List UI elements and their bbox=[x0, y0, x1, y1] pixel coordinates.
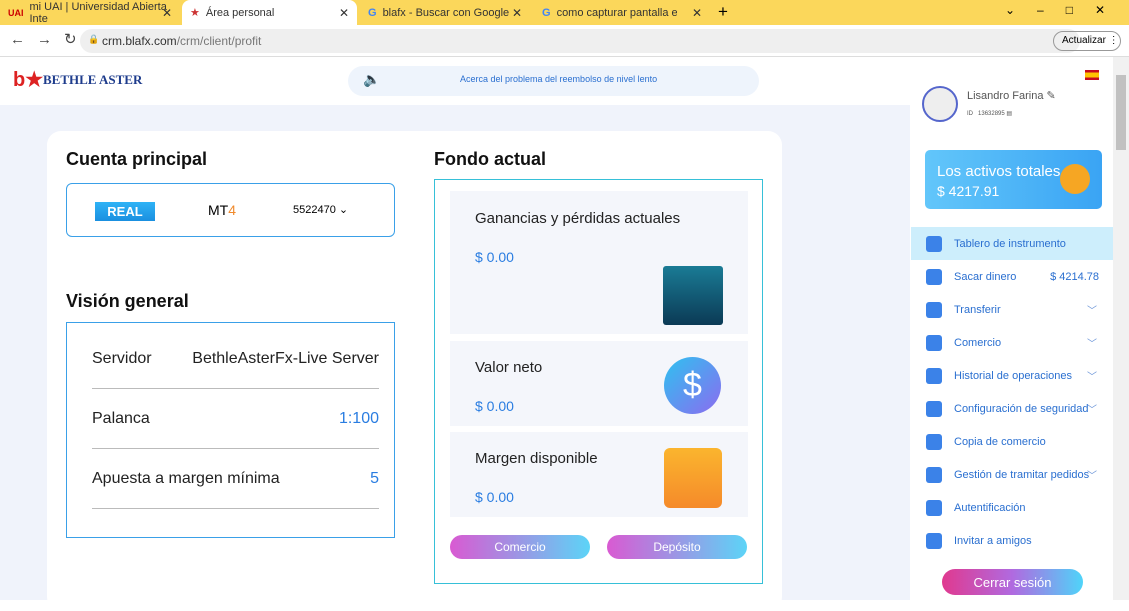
menu-icon bbox=[926, 466, 942, 483]
panel-pnl: Ganancias y pérdidas actuales $ 0.00 bbox=[450, 191, 748, 334]
tab-bar: UAI mi UAI | Universidad Abierta Inte ✕ ★ Á… bbox=[0, 0, 1129, 25]
sidebar-item-5[interactable]: Configuración de seguridad ﹀ bbox=[911, 392, 1113, 425]
menu-icon bbox=[926, 235, 942, 252]
user-id: ID 13632895 ▤ bbox=[967, 111, 1013, 117]
sidebar-item-9[interactable]: Invitar a amigos bbox=[911, 524, 1113, 557]
panel-net-value: Valor neto $ 0.00 $ bbox=[450, 341, 748, 426]
menu-icon bbox=[926, 400, 942, 417]
sidebar-item-7[interactable]: Gestión de tramitar pedidos ﹀ bbox=[911, 458, 1113, 491]
chevron-down-icon: ﹀ bbox=[1087, 306, 1097, 317]
close-icon[interactable]: ✕ bbox=[512, 6, 522, 20]
spain-flag-icon[interactable] bbox=[1085, 70, 1099, 80]
sidebar-item-4[interactable]: Historial de operaciones ﹀ bbox=[911, 359, 1113, 392]
real-badge: REAL bbox=[95, 202, 155, 221]
overview-title: Visión general bbox=[66, 291, 189, 311]
sidebar: Lisandro Farina ✎ ID 13632895 ▤ Los acti… bbox=[910, 57, 1113, 600]
avatar[interactable] bbox=[922, 86, 958, 122]
close-icon[interactable]: ✕ bbox=[162, 6, 172, 20]
sidebar-item-0[interactable]: Tablero de instrumento bbox=[911, 227, 1113, 260]
user-name: Lisandro Farina ✎ bbox=[967, 90, 1056, 102]
menu-icon bbox=[926, 301, 942, 318]
menu-icon bbox=[926, 268, 942, 285]
chevron-down-icon: ﹀ bbox=[1087, 339, 1097, 350]
total-assets-card: Los activos totales $ 4217.91 bbox=[925, 150, 1102, 209]
trade-button[interactable]: Comercio bbox=[450, 535, 590, 559]
logout-button[interactable]: Cerrar sesión bbox=[942, 569, 1083, 595]
page-header: b★ BETHLE ASTER 🔈 Acerca del problema de… bbox=[0, 57, 910, 105]
window-controls[interactable]: ⌄–□✕ bbox=[1005, 3, 1127, 17]
uai-icon: UAI bbox=[8, 7, 24, 18]
scrollbar[interactable] bbox=[1113, 57, 1129, 600]
sidebar-item-6[interactable]: Copia de comercio bbox=[911, 425, 1113, 458]
account-title: Cuenta principal bbox=[66, 149, 208, 169]
menu-icon bbox=[926, 499, 942, 516]
speaker-icon: 🔈 bbox=[363, 71, 381, 87]
chevron-down-icon: ﹀ bbox=[1087, 372, 1097, 383]
sidebar-item-2[interactable]: Transferir ﹀ bbox=[911, 293, 1113, 326]
overview-row-margin: Apuesta a margen mínima 5 bbox=[92, 449, 379, 509]
tab-google-captura[interactable]: Gcomo capturar pantalla en la pc✕ bbox=[534, 0, 710, 25]
panel-margin: Margen disponible $ 0.00 bbox=[450, 432, 748, 517]
sidebar-item-8[interactable]: Autentificación bbox=[911, 491, 1113, 524]
close-icon[interactable]: ✕ bbox=[339, 6, 349, 20]
deposit-button[interactable]: Depósito bbox=[607, 535, 747, 559]
wallet-icon bbox=[664, 448, 722, 508]
tab-area-personal[interactable]: ★ Área personal ✕ bbox=[182, 0, 357, 25]
chart-icon bbox=[663, 266, 723, 325]
platform-label: MT4 bbox=[208, 202, 237, 218]
fund-title: Fondo actual bbox=[434, 149, 546, 169]
google-icon: G bbox=[542, 6, 551, 19]
chevron-down-icon: ﹀ bbox=[1087, 471, 1097, 482]
notice-bar[interactable]: 🔈 Acerca del problema del reembolso de n… bbox=[348, 66, 759, 96]
lock-icon: 🔒 bbox=[88, 34, 100, 44]
tab-uai[interactable]: UAI mi UAI | Universidad Abierta Inte ✕ bbox=[0, 0, 180, 25]
menu-icon bbox=[926, 433, 942, 450]
account-select[interactable]: 5522470 ⌄ bbox=[293, 203, 348, 216]
close-icon[interactable]: ✕ bbox=[692, 6, 702, 20]
logo: BETHLE ASTER bbox=[43, 72, 143, 87]
menu-icon bbox=[926, 367, 942, 384]
sidebar-item-3[interactable]: Comercio ﹀ bbox=[911, 326, 1113, 359]
nav-buttons[interactable]: ←→↻ bbox=[10, 30, 89, 48]
copy-icon[interactable]: ▤ bbox=[1006, 111, 1012, 117]
overview-row-server: Servidor BethleAsterFx-Live Server bbox=[92, 329, 379, 389]
account-box: REAL MT4 5522470 ⌄ bbox=[66, 183, 395, 237]
menu-icon bbox=[926, 334, 942, 351]
bethle-icon: ★ bbox=[190, 7, 200, 19]
dollar-icon: $ bbox=[664, 357, 721, 414]
money-bag-icon bbox=[1060, 164, 1090, 194]
logo-icon: b★ bbox=[13, 69, 44, 91]
url-input[interactable]: 🔒 crm.blafx.com/crm/client/profit bbox=[80, 29, 1080, 53]
edit-icon[interactable]: ✎ bbox=[1047, 90, 1056, 102]
overview-box: Servidor BethleAsterFx-Live Server Palanc… bbox=[66, 322, 395, 538]
sidebar-item-1[interactable]: Sacar dinero $ 4214.78 bbox=[911, 260, 1113, 293]
tab-google-blafx[interactable]: Gblafx - Buscar con Google ✕ bbox=[360, 0, 530, 25]
update-button[interactable]: Actualizar ⋮ bbox=[1053, 31, 1121, 51]
menu-icon bbox=[926, 532, 942, 549]
chevron-down-icon: ﹀ bbox=[1087, 405, 1097, 416]
fund-box: Ganancias y pérdidas actuales $ 0.00 Val… bbox=[434, 179, 763, 584]
google-icon: G bbox=[368, 6, 377, 19]
new-tab-button[interactable]: + bbox=[718, 2, 728, 22]
overview-row-leverage: Palanca 1:100 bbox=[92, 389, 379, 449]
